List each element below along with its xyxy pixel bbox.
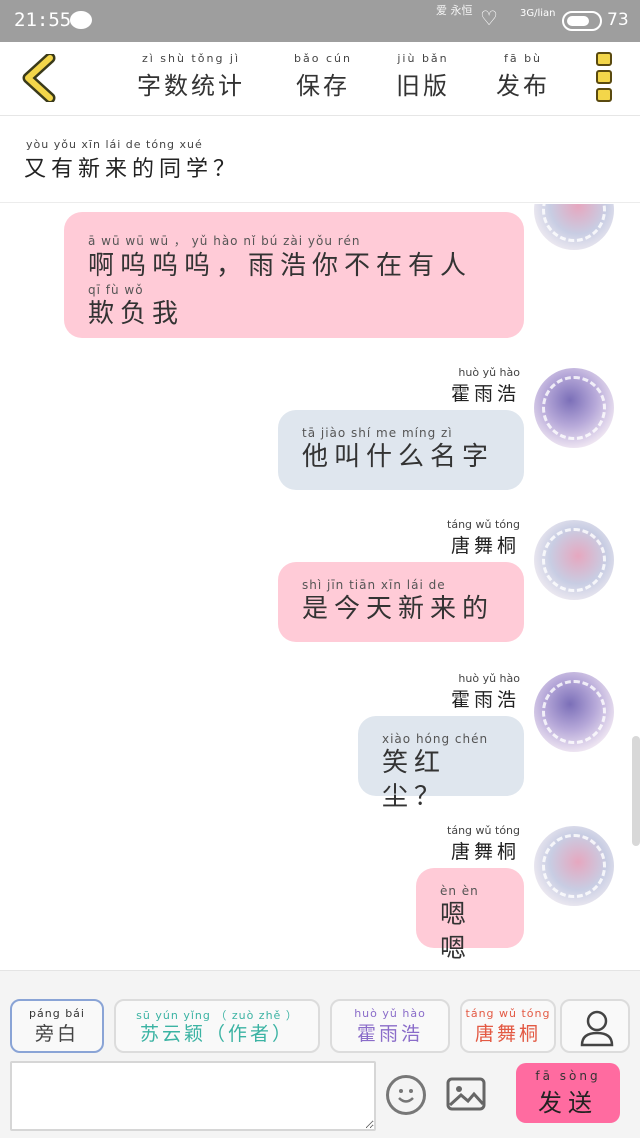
message-pinyin: qī fù wǒ [88,283,144,297]
message-text: 笑红尘？ [382,748,447,812]
emoji-face-graphic [398,1089,414,1103]
status-bar: 21:55 爱 永恒 ♡ 3G/lian 73 [0,0,640,42]
save-label: 保存 [296,72,350,100]
save-pinyin: bǎo cún [294,52,352,65]
sender-label: 唐舞桐 [450,841,520,863]
role-chip-narrator[interactable]: páng bái 旁白 [10,999,104,1053]
sender-label: 唐舞桐 [450,535,520,557]
message-text: 嗯嗯 [440,900,473,964]
chat-title: 又有新来的同学？ [24,157,241,182]
user-icon[interactable] [560,999,630,1053]
user-icon-graphic [580,1010,614,1047]
avatar[interactable] [534,204,614,250]
avatar-ring [542,204,606,242]
avatar[interactable] [534,368,614,448]
avatar-ring [542,680,606,744]
chat-title-pinyin: yòu yǒu xīn lái de tóng xué [26,138,203,151]
message-pinyin: xiào hóng chén [382,732,489,746]
role-label: 旁白 [34,1023,79,1045]
menu-dot [596,88,612,102]
word-count-pinyin: zì shù tǒng jì [141,52,241,65]
save-button[interactable]: bǎo cún 保存 [290,52,356,101]
image-icon[interactable] [446,1077,486,1111]
sender-name: táng wǔ tóng 唐舞桐 [400,824,520,864]
message-pinyin: ā wū wū wū ， yǔ hào nǐ bú zài yǒu rén [88,234,361,248]
role-chip-huo-yuhao[interactable]: huò yǔ hào 霍雨浩 [330,999,450,1053]
role-chip-author[interactable]: sū yún yǐng （ zuò zhě ） 苏云颖（作者） [114,999,320,1053]
role-label: 霍雨浩 [356,1023,423,1045]
send-label: 发送 [538,1089,598,1117]
send-pinyin: fā sòng [535,1069,601,1083]
message-text: 是今天新来的 [302,594,495,624]
message-bubble[interactable]: èn èn 嗯嗯 [416,868,524,964]
word-count-label: 字数统计 [137,72,245,100]
old-version-pinyin: jiù bǎn [397,52,449,65]
sender-label: 霍雨浩 [450,689,520,711]
battery-icon [562,11,602,31]
message-pinyin: tā jiào shí me míng zì [302,426,453,440]
sender-pinyin: huò yǔ hào [458,672,520,685]
role-pinyin: páng bái [29,1007,85,1020]
role-pinyin: táng wǔ tóng [465,1007,551,1020]
role-chip-tang-wutong[interactable]: táng wǔ tóng 唐舞桐 [460,999,556,1053]
menu-icon[interactable] [596,52,614,106]
status-decoration-text: 爱 永恒 [436,4,473,17]
back-chevron-icon[interactable] [18,54,62,102]
publish-button[interactable]: fā bù 发布 [490,52,556,101]
message-notification-icon [70,11,92,29]
chat-title-bar[interactable]: yòu yǒu xīn lái de tóng xué 又有新来的同学？ [0,117,640,203]
battery-level: 73 [607,10,629,30]
publish-label: 发布 [496,72,550,100]
message-input[interactable] [10,1061,376,1131]
status-time: 21:55 [14,9,72,31]
sender-name: táng wǔ tóng 唐舞桐 [400,518,520,558]
chat-messages[interactable]: ā wū wū wū ， yǔ hào nǐ bú zài yǒu rén 啊呜… [0,204,640,970]
avatar[interactable] [534,672,614,752]
avatar-ring [542,376,606,440]
message-bubble[interactable]: xiào hóng chén 笑红尘？ [358,716,524,812]
sender-pinyin: táng wǔ tóng [447,518,520,531]
role-pinyin: huò yǔ hào [354,1007,426,1020]
network-indicator: 3G/lian [520,8,556,19]
emoji-icon[interactable] [386,1075,426,1115]
role-label: 苏云颖（作者） [139,1023,294,1045]
message-pinyin: shì jīn tiān xīn lái de [302,578,446,592]
message-bubble[interactable]: tā jiào shí me míng zì 他叫什么名字 [278,410,524,490]
message-text: 啊呜呜呜，雨浩你不在有人 [88,251,473,281]
avatar-ring [542,528,606,592]
menu-dot [596,52,612,66]
sender-name: huò yǔ hào 霍雨浩 [400,366,520,406]
role-pinyin: sū yún yǐng （ zuò zhě ） [136,1009,298,1022]
composer-panel: páng bái 旁白 sū yún yǐng （ zuò zhě ） 苏云颖（… [0,970,640,1138]
send-button[interactable]: fā sòng 发送 [516,1063,620,1123]
old-version-label: 旧版 [396,72,450,100]
avatar[interactable] [534,826,614,906]
avatar-ring [542,834,606,898]
message-bubble[interactable]: ā wū wū wū ， yǔ hào nǐ bú zài yǒu rén 啊呜… [64,212,524,338]
sender-pinyin: táng wǔ tóng [447,824,520,837]
avatar[interactable] [534,520,614,600]
scrollbar[interactable] [632,736,640,846]
sender-label: 霍雨浩 [450,383,520,405]
old-version-button[interactable]: jiù bǎn 旧版 [390,52,456,101]
top-nav-bar: zì shù tǒng jì 字数统计 bǎo cún 保存 jiù bǎn 旧… [0,42,640,116]
message-pinyin: èn èn [440,884,479,898]
sender-name: huò yǔ hào 霍雨浩 [400,672,520,712]
role-label: 唐舞桐 [474,1023,541,1045]
publish-pinyin: fā bù [503,52,543,65]
message-text: 他叫什么名字 [302,442,495,472]
message-bubble[interactable]: shì jīn tiān xīn lái de 是今天新来的 [278,562,524,642]
heart-icon: ♡ [480,6,498,30]
word-count-button[interactable]: zì shù tǒng jì 字数统计 [128,52,254,101]
message-text: 欺负我 [88,299,185,329]
menu-dot [596,70,612,84]
sender-pinyin: huò yǔ hào [458,366,520,379]
